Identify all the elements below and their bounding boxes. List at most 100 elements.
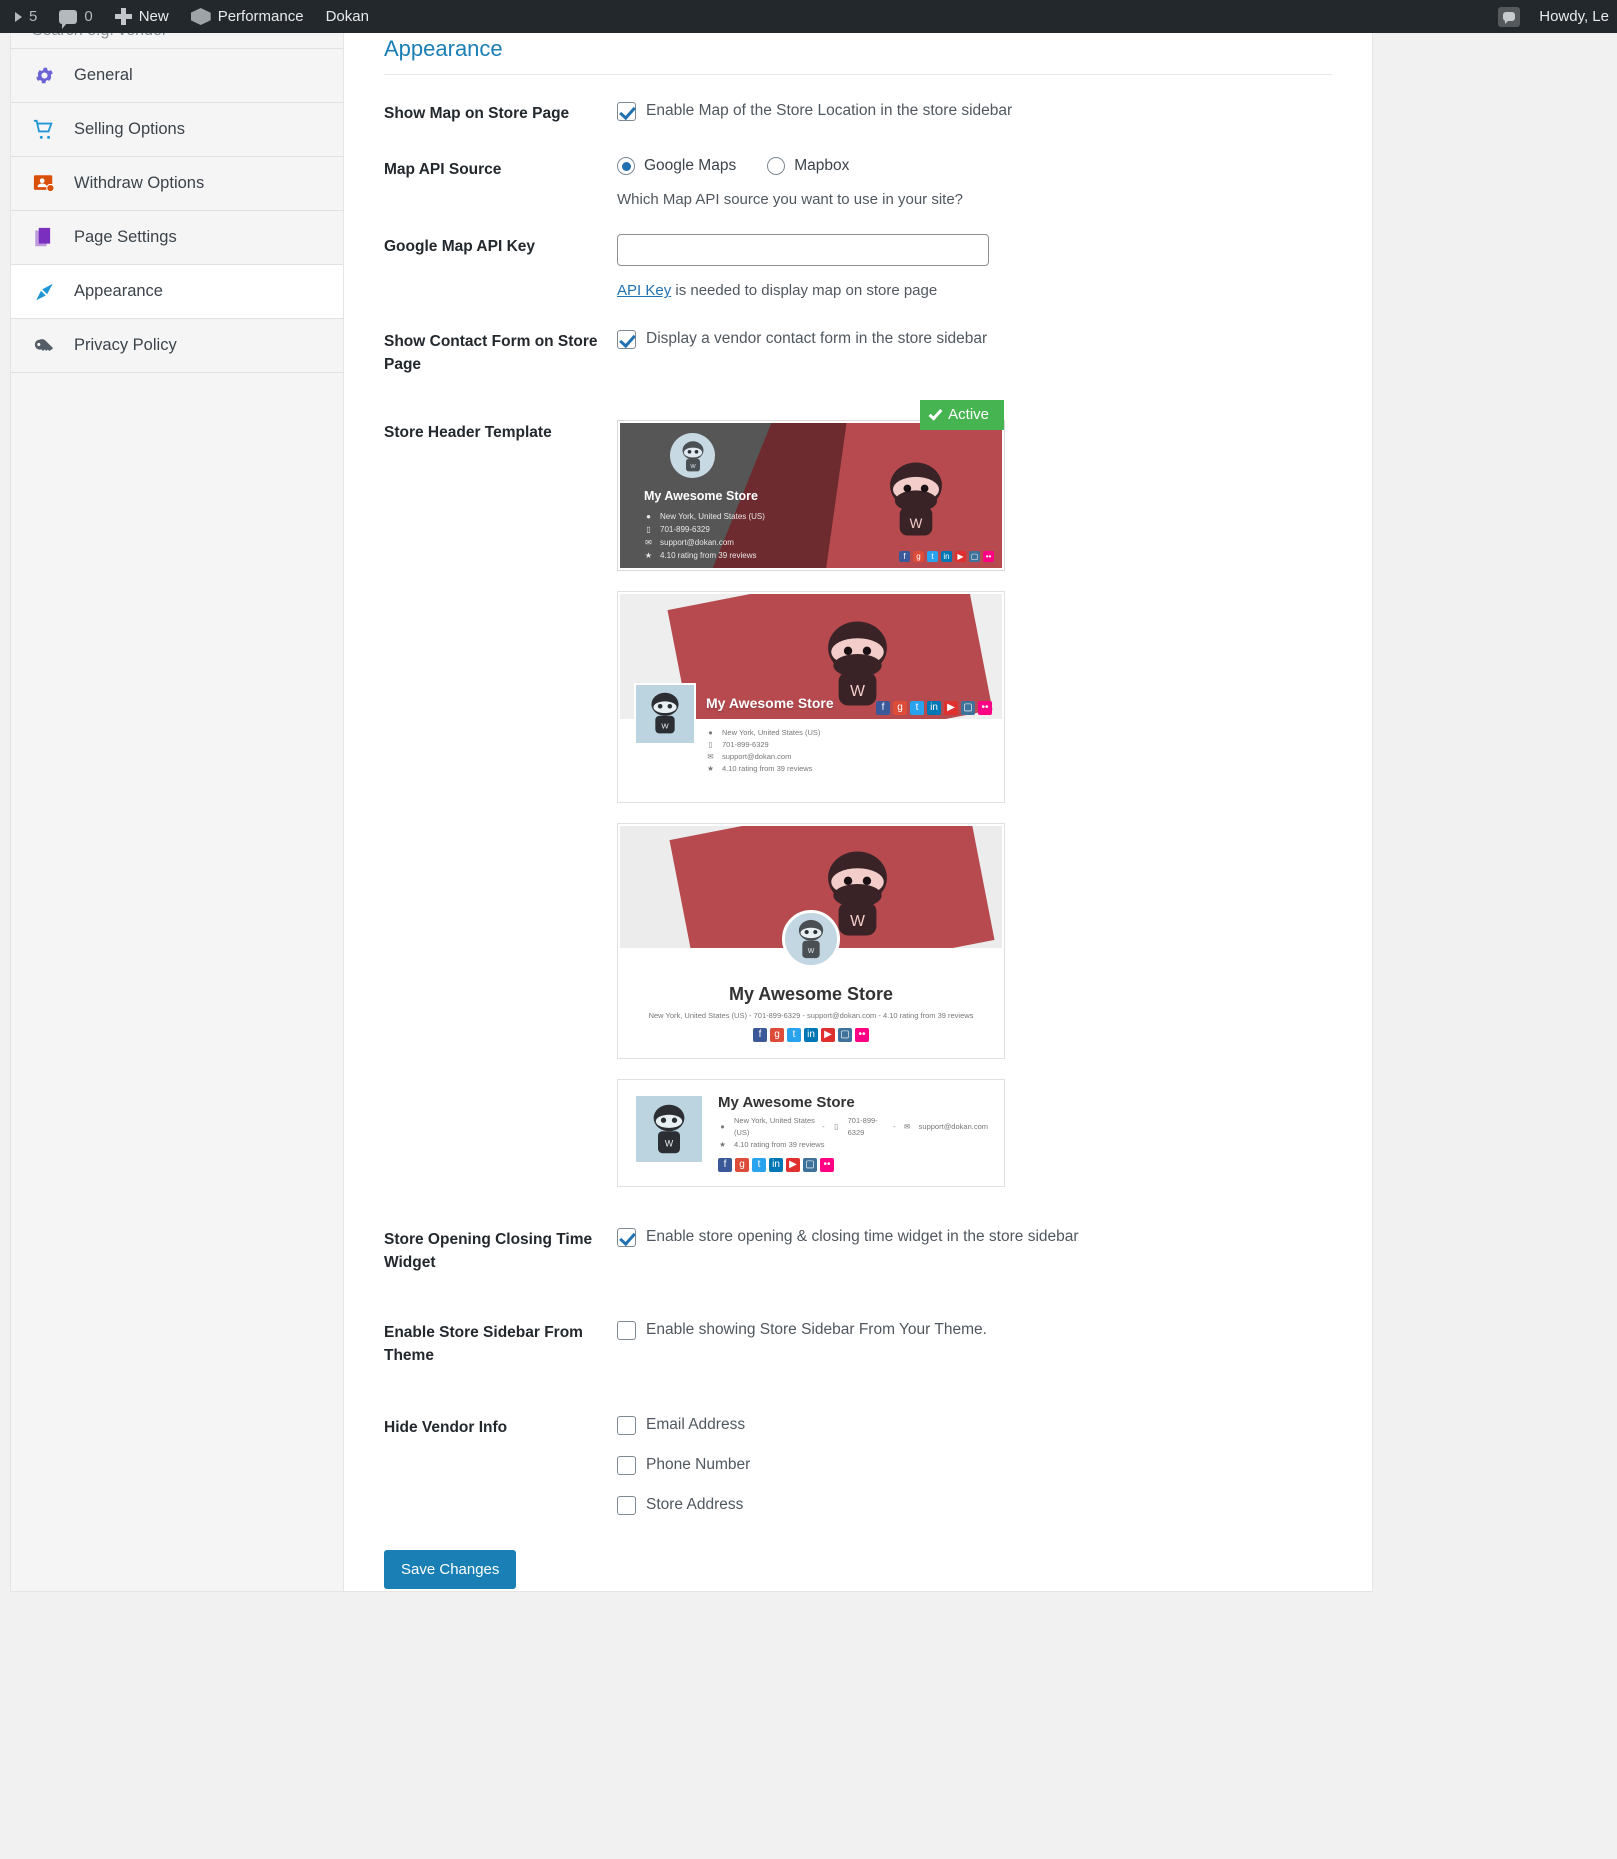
- google-plus-icon[interactable]: g: [770, 1028, 784, 1043]
- store-sidebar-theme-checkbox[interactable]: [617, 1321, 636, 1341]
- template-option-2[interactable]: W W My Awesome Store f g t in ▶ ▢ •• ● N…: [617, 591, 1005, 804]
- star-icon: ★: [719, 1140, 726, 1150]
- hide-address-checkbox[interactable]: [617, 1496, 636, 1516]
- admin-bar-performance[interactable]: Performance: [180, 0, 315, 33]
- flickr-icon[interactable]: ••: [820, 1158, 834, 1173]
- youtube-icon[interactable]: ▶: [786, 1158, 800, 1173]
- howdy-label[interactable]: Howdy, Le: [1531, 8, 1617, 25]
- save-changes-button[interactable]: Save Changes: [384, 1550, 517, 1590]
- field-store-sidebar-theme: Enable Store Sidebar From Theme Enable s…: [384, 1320, 1332, 1367]
- instagram-icon[interactable]: ▢: [969, 551, 980, 563]
- facebook-icon[interactable]: f: [899, 551, 910, 563]
- hide-phone-checkbox-row[interactable]: Phone Number: [617, 1455, 1332, 1476]
- linkedin-icon[interactable]: in: [927, 701, 941, 716]
- phone-icon: ▯: [834, 1122, 839, 1132]
- comment-icon: [59, 9, 78, 29]
- svg-text:W: W: [690, 464, 696, 470]
- store-meta: ● New York, United States (US) ▯ 701-899-6…: [706, 727, 820, 775]
- field-show-contact-form: Show Contact Form on Store Page Display …: [384, 329, 1332, 376]
- youtube-icon[interactable]: ▶: [944, 701, 958, 716]
- linkedin-icon[interactable]: in: [941, 551, 952, 563]
- store-rating: 4.10 rating from 39 reviews: [660, 550, 757, 560]
- performance-label: Performance: [217, 8, 304, 25]
- hide-email-checkbox[interactable]: [617, 1416, 636, 1436]
- location-pin-icon: ●: [720, 1122, 725, 1132]
- settings-sidebar: Search e.g. vendor General Selling Optio…: [10, 22, 344, 1592]
- flickr-icon[interactable]: ••: [983, 551, 994, 563]
- youtube-icon[interactable]: ▶: [821, 1028, 835, 1043]
- contact-form-checkbox-row[interactable]: Display a vendor contact form in the sto…: [617, 329, 1332, 350]
- youtube-icon[interactable]: ▶: [955, 551, 966, 563]
- show-map-checkbox-label: Enable Map of the Store Location in the …: [646, 102, 1013, 119]
- linkedin-icon[interactable]: in: [804, 1028, 818, 1043]
- instagram-icon[interactable]: ▢: [803, 1158, 817, 1173]
- field-store-header-template: Store Header Template Active W W My Awes…: [384, 400, 1332, 1188]
- twitter-icon[interactable]: t: [910, 701, 924, 716]
- store-time-widget-checkbox-label: Enable store opening & closing time widg…: [646, 1228, 1079, 1246]
- show-map-checkbox-row[interactable]: Enable Map of the Store Location in the …: [617, 101, 1332, 122]
- twitter-icon[interactable]: t: [787, 1028, 801, 1043]
- google-plus-icon[interactable]: g: [893, 701, 907, 716]
- sidebar-item-withdraw-options[interactable]: Withdraw Options: [11, 157, 343, 211]
- admin-bar-comments[interactable]: 0: [48, 0, 103, 33]
- api-key-link[interactable]: API Key: [617, 282, 671, 299]
- hide-address-checkbox-row[interactable]: Store Address: [617, 1495, 1332, 1516]
- template-2-body: W My Awesome Store f g t in ▶ ▢ •• ● New…: [620, 683, 1002, 801]
- store-sidebar-theme-checkbox-label: Enable showing Store Sidebar From Your T…: [646, 1321, 987, 1339]
- admin-bar-updates[interactable]: 5: [4, 0, 48, 33]
- sidebar-item-appearance[interactable]: Appearance: [11, 265, 343, 319]
- store-rating: 4.10 rating from 39 reviews: [722, 764, 813, 774]
- hide-email-checkbox-row[interactable]: Email Address: [617, 1415, 1332, 1436]
- field-label: Show Map on Store Page: [384, 105, 570, 122]
- flickr-icon[interactable]: ••: [855, 1028, 869, 1043]
- store-time-widget-checkbox-row[interactable]: Enable store opening & closing time widg…: [617, 1227, 1332, 1248]
- linkedin-icon[interactable]: in: [769, 1158, 783, 1173]
- svg-text:W: W: [850, 913, 865, 930]
- store-meta: ● New York, United States (US) - ▯ 701-8…: [719, 1116, 988, 1150]
- svg-text:W: W: [661, 722, 669, 731]
- withdraw-icon: [32, 172, 56, 196]
- radio-google-maps[interactable]: [617, 157, 635, 176]
- flickr-icon[interactable]: ••: [978, 701, 992, 716]
- twitter-icon[interactable]: t: [927, 551, 938, 563]
- instagram-icon[interactable]: ▢: [838, 1028, 852, 1043]
- hide-phone-checkbox[interactable]: [617, 1456, 636, 1476]
- admin-bar-new[interactable]: New: [104, 0, 180, 33]
- store-sidebar-theme-checkbox-row[interactable]: Enable showing Store Sidebar From Your T…: [617, 1320, 1332, 1341]
- contact-form-checkbox[interactable]: [617, 330, 636, 350]
- instagram-icon[interactable]: ▢: [961, 701, 975, 716]
- admin-bar-dokan[interactable]: Dokan: [315, 0, 380, 33]
- google-plus-icon[interactable]: g: [735, 1158, 749, 1173]
- api-key-helper-text: API Key is needed to display map on stor…: [617, 282, 1332, 299]
- settings-nav-list: General Selling Options Withdraw Options…: [11, 48, 343, 373]
- svg-text:W: W: [665, 1139, 674, 1149]
- template-option-3[interactable]: W W My Awesome Store New York, United St…: [617, 823, 1005, 1060]
- field-label: Google Map API Key: [384, 238, 536, 256]
- location-pin-icon: ●: [708, 728, 713, 738]
- twitter-icon[interactable]: t: [752, 1158, 766, 1173]
- sidebar-item-label: Withdraw Options: [74, 174, 205, 192]
- sidebar-item-privacy-policy[interactable]: Privacy Policy: [11, 319, 343, 373]
- gear-icon: [32, 64, 56, 88]
- comments-count: 0: [84, 8, 93, 25]
- google-map-api-key-input[interactable]: [617, 234, 989, 267]
- show-map-checkbox[interactable]: [617, 102, 636, 121]
- google-plus-icon[interactable]: g: [913, 551, 924, 563]
- cart-icon: [32, 118, 56, 142]
- sidebar-item-page-settings[interactable]: Page Settings: [11, 211, 343, 265]
- store-time-widget-checkbox[interactable]: [617, 1228, 636, 1248]
- sidebar-item-selling-options[interactable]: Selling Options: [11, 103, 343, 157]
- active-badge-label: Active: [948, 406, 989, 424]
- facebook-icon[interactable]: f: [718, 1158, 732, 1173]
- sidebar-item-general[interactable]: General: [11, 49, 343, 103]
- sidebar-item-label: Privacy Policy: [74, 336, 177, 354]
- template-option-1[interactable]: Active W W My Awesome Store ● New York, …: [617, 400, 1005, 572]
- facebook-icon[interactable]: f: [876, 701, 890, 716]
- field-show-map: Show Map on Store Page Enable Map of the…: [384, 101, 1332, 125]
- admin-bar-notifications[interactable]: [1487, 0, 1531, 33]
- facebook-icon[interactable]: f: [753, 1028, 767, 1043]
- field-label: Map API Source: [384, 161, 502, 179]
- radio-mapbox[interactable]: [767, 157, 786, 176]
- mail-icon: ✉: [707, 752, 714, 762]
- template-option-4[interactable]: W My Awesome Store ● New York, United St…: [617, 1079, 1005, 1188]
